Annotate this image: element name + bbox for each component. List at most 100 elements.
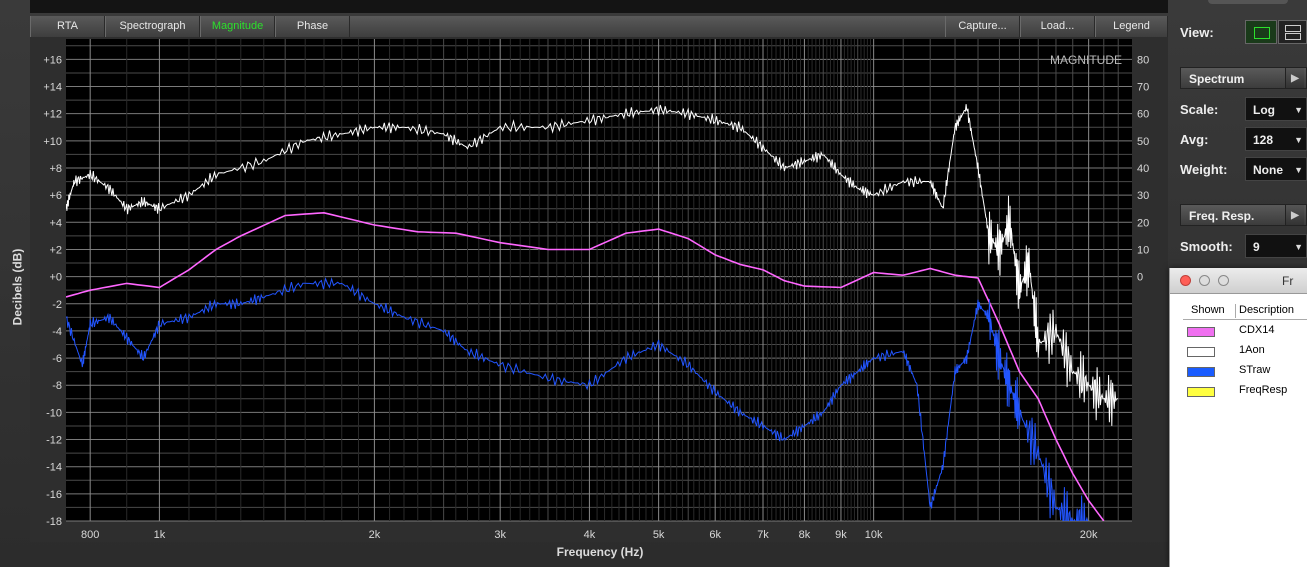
chevron-down-icon: ▼ — [1294, 242, 1303, 252]
x-tick-label: 6k — [709, 529, 721, 541]
y-tick-label: -10 — [46, 407, 62, 419]
disclosure-arrow-icon[interactable]: ▶ — [1285, 68, 1304, 88]
smooth-label: Smooth: — [1180, 239, 1233, 254]
y-tick-label: -12 — [46, 435, 62, 447]
tab-magnitude[interactable]: Magnitude — [200, 16, 275, 37]
avg-label: Avg: — [1180, 132, 1209, 147]
y-right-tick-label: 70 — [1137, 82, 1149, 94]
shown-column-header: Shown — [1191, 304, 1225, 316]
capture-button[interactable]: Capture... — [945, 16, 1020, 37]
legend-row[interactable]: STraw — [1183, 364, 1307, 384]
chevron-down-icon: ▼ — [1294, 105, 1303, 115]
y-tick-label: +16 — [43, 54, 62, 66]
x-tick-label: 20k — [1080, 529, 1098, 541]
y-right-tick-label: 60 — [1137, 109, 1149, 121]
y-right-tick-label: 80 — [1137, 54, 1149, 66]
y-right-tick-label: 90 — [1137, 37, 1149, 39]
x-tick-label: 4k — [584, 529, 596, 541]
y-tick-label: +0 — [49, 272, 62, 284]
x-tick-label: 9k — [835, 529, 847, 541]
y-tick-label: -16 — [46, 489, 62, 501]
spectrum-section-label: Spectrum — [1189, 72, 1245, 86]
y-tick-label: -6 — [52, 353, 62, 365]
legend-button[interactable]: Legend — [1095, 16, 1168, 37]
x-tick-label: 5k — [653, 529, 665, 541]
series-description: 1Aon — [1239, 344, 1265, 356]
y-tick-label: +10 — [43, 136, 62, 148]
y-right-tick-label: 20 — [1137, 217, 1149, 229]
x-tick-label: 3k — [494, 529, 506, 541]
view-single-button[interactable] — [1245, 20, 1277, 44]
legend-row[interactable]: FreqResp — [1183, 384, 1307, 404]
single-view-icon — [1254, 27, 1270, 39]
avg-select[interactable]: 128 ▼ — [1245, 127, 1307, 151]
legend-row[interactable]: CDX14 — [1183, 324, 1307, 344]
tab-spectrograph[interactable]: Spectrograph — [105, 16, 200, 37]
chevron-down-icon: ▼ — [1294, 165, 1303, 175]
y-tick-label: -4 — [52, 326, 62, 338]
weight-value: None — [1253, 163, 1283, 177]
tab-rta[interactable]: RTA — [30, 16, 105, 37]
top-control-pill[interactable] — [1208, 0, 1288, 4]
y-tick-label: +14 — [43, 82, 62, 94]
weight-label: Weight: — [1180, 162, 1228, 177]
weight-select[interactable]: None ▼ — [1245, 157, 1307, 181]
x-tick-label: 1k — [154, 529, 166, 541]
top-strip — [30, 0, 1168, 13]
view-split-button[interactable] — [1278, 20, 1307, 44]
split-view-icon — [1285, 25, 1301, 32]
y-tick-label: +4 — [49, 217, 62, 229]
scale-label: Scale: — [1180, 102, 1219, 117]
y-axis-label: Decibels (dB) — [10, 248, 25, 326]
freq-resp-section-header[interactable]: Freq. Resp. ▶ — [1180, 204, 1307, 226]
zoom-window-icon[interactable] — [1218, 275, 1229, 286]
y-tick-label: -18 — [46, 516, 62, 528]
x-tick-label: 2k — [369, 529, 381, 541]
series-color-swatch[interactable] — [1187, 347, 1215, 357]
chart-title: MAGNITUDE — [1050, 53, 1122, 67]
description-column-header: Description — [1235, 304, 1294, 318]
legend-window[interactable]: Fr Shown Description CDX14 1Aon STraw Fr… — [1169, 268, 1307, 567]
x-tick-label: 8k — [799, 529, 811, 541]
scale-value: Log — [1253, 103, 1275, 117]
magnitude-chart[interactable]: +16 +14 +12 +10 +8 +6 +4 +2 +0 -2 -4 -6 -8 -10 -12 -14 -… — [30, 37, 1168, 542]
x-tick-label: 800 — [81, 529, 99, 541]
legend-row[interactable]: 1Aon — [1183, 344, 1307, 364]
series-description: CDX14 — [1239, 324, 1275, 336]
series-color-swatch[interactable] — [1187, 327, 1215, 337]
y-right-tick-label: 50 — [1137, 136, 1149, 148]
y-right-tick-label: 0 — [1137, 272, 1143, 284]
view-label: View: — [1180, 25, 1214, 40]
freq-resp-section-label: Freq. Resp. — [1189, 209, 1255, 223]
series-description: STraw — [1239, 364, 1271, 376]
spectrum-section-header[interactable]: Spectrum ▶ — [1180, 67, 1307, 89]
legend-titlebar[interactable]: Fr — [1170, 268, 1307, 294]
tab-bar: RTA Spectrograph Magnitude Phase Capture… — [30, 16, 1168, 38]
minimize-window-icon[interactable] — [1199, 275, 1210, 286]
y-tick-label: +12 — [43, 109, 62, 121]
disclosure-arrow-icon[interactable]: ▶ — [1285, 205, 1304, 225]
y-tick-label: -2 — [52, 299, 62, 311]
scale-select[interactable]: Log ▼ — [1245, 97, 1307, 121]
x-axis-label: Frequency (Hz) — [556, 545, 644, 559]
legend-window-title: Fr — [1282, 274, 1294, 288]
y-right-tick-label: 40 — [1137, 163, 1149, 175]
y-right-tick-label: 10 — [1137, 244, 1149, 256]
x-tick-label: 7k — [757, 529, 769, 541]
chevron-down-icon: ▼ — [1294, 135, 1303, 145]
y-tick-label: -14 — [46, 462, 62, 474]
load-button[interactable]: Load... — [1020, 16, 1095, 37]
tab-phase[interactable]: Phase — [275, 16, 350, 37]
y-tick-label: -8 — [52, 380, 62, 392]
series-color-swatch[interactable] — [1187, 367, 1215, 377]
smooth-select[interactable]: 9 ▼ — [1245, 234, 1307, 258]
close-window-icon[interactable] — [1180, 275, 1191, 286]
avg-value: 128 — [1253, 133, 1274, 147]
y-tick-label: +6 — [49, 190, 62, 202]
series-description: FreqResp — [1239, 384, 1288, 396]
plot-area — [66, 39, 1132, 521]
smooth-value: 9 — [1253, 240, 1260, 254]
series-color-swatch[interactable] — [1187, 387, 1215, 397]
y-right-tick-label: 30 — [1137, 190, 1149, 202]
analyzer-main-area: RTA Spectrograph Magnitude Phase Capture… — [0, 0, 1168, 567]
